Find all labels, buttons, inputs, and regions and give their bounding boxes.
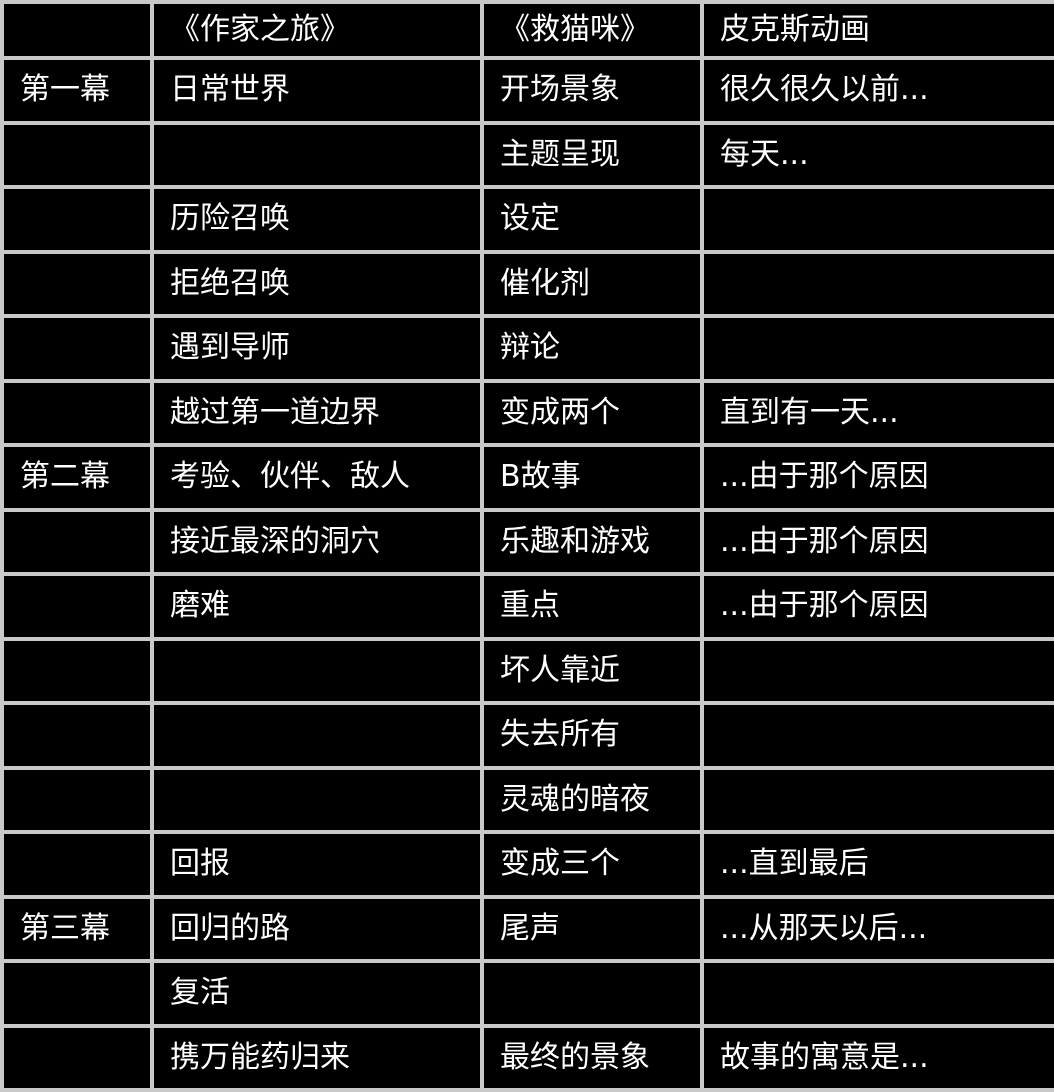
writers-journey-cell: 接近最深的洞穴 — [150, 507, 484, 576]
pixar-cell — [700, 185, 1054, 254]
header-cell-pixar: 皮克斯动画 — [700, 0, 1054, 60]
table-header: 《作家之旅》 《救猫咪》 皮克斯动画 — [0, 0, 1054, 60]
pixar-cell — [700, 249, 1054, 318]
act-cell — [0, 830, 154, 899]
act-cell — [0, 701, 154, 770]
save-the-cat-cell: 失去所有 — [480, 701, 704, 770]
table-row: 坏人靠近 — [0, 636, 1054, 705]
writers-journey-cell: 携万能药归来 — [150, 1023, 484, 1092]
save-the-cat-cell: 辩论 — [480, 314, 704, 383]
table-row: 磨难 重点 ...由于那个原因 — [0, 572, 1054, 641]
act-cell — [0, 314, 154, 383]
act-cell — [0, 959, 154, 1028]
writers-journey-cell: 磨难 — [150, 572, 484, 641]
header-row: 《作家之旅》 《救猫咪》 皮克斯动画 — [0, 0, 1054, 60]
save-the-cat-cell: 变成两个 — [480, 378, 704, 447]
pixar-cell: 很久很久以前... — [700, 56, 1054, 125]
act-cell — [0, 120, 154, 189]
save-the-cat-cell: 开场景象 — [480, 56, 704, 125]
writers-journey-cell: 考验、伙伴、敌人 — [150, 443, 484, 512]
writers-journey-cell: 回归的路 — [150, 894, 484, 963]
act-cell — [0, 249, 154, 318]
writers-journey-cell: 历险召唤 — [150, 185, 484, 254]
act-cell: 第二幕 — [0, 443, 154, 512]
writers-journey-cell — [150, 636, 484, 705]
writers-journey-cell — [150, 701, 484, 770]
act-cell — [0, 1023, 154, 1092]
save-the-cat-cell: 乐趣和游戏 — [480, 507, 704, 576]
table-row: 接近最深的洞穴 乐趣和游戏 ...由于那个原因 — [0, 507, 1054, 576]
act-cell: 第一幕 — [0, 56, 154, 125]
save-the-cat-cell — [480, 959, 704, 1028]
act-cell — [0, 185, 154, 254]
writers-journey-cell: 遇到导师 — [150, 314, 484, 383]
story-structure-table: 《作家之旅》 《救猫咪》 皮克斯动画 第一幕 日常世界 开场景象 很久很久以前... 主… — [0, 0, 1054, 1092]
pixar-cell: ...从那天以后... — [700, 894, 1054, 963]
writers-journey-cell: 越过第一道边界 — [150, 378, 484, 447]
table-row: 拒绝召唤 催化剂 — [0, 249, 1054, 318]
table-row: 失去所有 — [0, 701, 1054, 770]
table-row: 第三幕 回归的路 尾声 ...从那天以后... — [0, 894, 1054, 963]
table-row: 灵魂的暗夜 — [0, 765, 1054, 834]
table-row: 遇到导师 辩论 — [0, 314, 1054, 383]
act-cell — [0, 507, 154, 576]
save-the-cat-cell: 主题呈现 — [480, 120, 704, 189]
table-row: 复活 — [0, 959, 1054, 1028]
writers-journey-cell: 拒绝召唤 — [150, 249, 484, 318]
save-the-cat-cell: 尾声 — [480, 894, 704, 963]
table-row: 第一幕 日常世界 开场景象 很久很久以前... — [0, 56, 1054, 125]
act-cell: 第三幕 — [0, 894, 154, 963]
save-the-cat-cell: 变成三个 — [480, 830, 704, 899]
act-cell — [0, 765, 154, 834]
pixar-cell — [700, 959, 1054, 1028]
act-cell — [0, 378, 154, 447]
table-body: 第一幕 日常世界 开场景象 很久很久以前... 主题呈现 每天... 历险召唤 设定 拒绝召唤催… — [0, 56, 1054, 1092]
table-row: 历险召唤 设定 — [0, 185, 1054, 254]
pixar-cell: ...由于那个原因 — [700, 572, 1054, 641]
save-the-cat-cell: 设定 — [480, 185, 704, 254]
writers-journey-cell: 回报 — [150, 830, 484, 899]
pixar-cell: 直到有一天... — [700, 378, 1054, 447]
pixar-cell: ...由于那个原因 — [700, 443, 1054, 512]
pixar-cell — [700, 701, 1054, 770]
save-the-cat-cell: 灵魂的暗夜 — [480, 765, 704, 834]
header-cell-act — [0, 0, 154, 60]
pixar-cell — [700, 314, 1054, 383]
save-the-cat-cell: 重点 — [480, 572, 704, 641]
writers-journey-cell — [150, 765, 484, 834]
save-the-cat-cell: 催化剂 — [480, 249, 704, 318]
pixar-cell: ...直到最后 — [700, 830, 1054, 899]
save-the-cat-cell: 最终的景象 — [480, 1023, 704, 1092]
table-row: 第二幕 考验、伙伴、敌人 B故事 ...由于那个原因 — [0, 443, 1054, 512]
writers-journey-cell: 日常世界 — [150, 56, 484, 125]
table-row: 回报 变成三个 ...直到最后 — [0, 830, 1054, 899]
header-cell-writers-journey: 《作家之旅》 — [150, 0, 484, 60]
header-cell-save-the-cat: 《救猫咪》 — [480, 0, 704, 60]
pixar-cell: ...由于那个原因 — [700, 507, 1054, 576]
pixar-cell: 每天... — [700, 120, 1054, 189]
save-the-cat-cell: 坏人靠近 — [480, 636, 704, 705]
writers-journey-cell — [150, 120, 484, 189]
writers-journey-cell: 复活 — [150, 959, 484, 1028]
act-cell — [0, 636, 154, 705]
table-row: 主题呈现 每天... — [0, 120, 1054, 189]
pixar-cell — [700, 636, 1054, 705]
pixar-cell: 故事的寓意是... — [700, 1023, 1054, 1092]
save-the-cat-cell: B故事 — [480, 443, 704, 512]
act-cell — [0, 572, 154, 641]
table-row: 携万能药归来 最终的景象 故事的寓意是... — [0, 1023, 1054, 1092]
table-row: 越过第一道边界 变成两个 直到有一天... — [0, 378, 1054, 447]
pixar-cell — [700, 765, 1054, 834]
